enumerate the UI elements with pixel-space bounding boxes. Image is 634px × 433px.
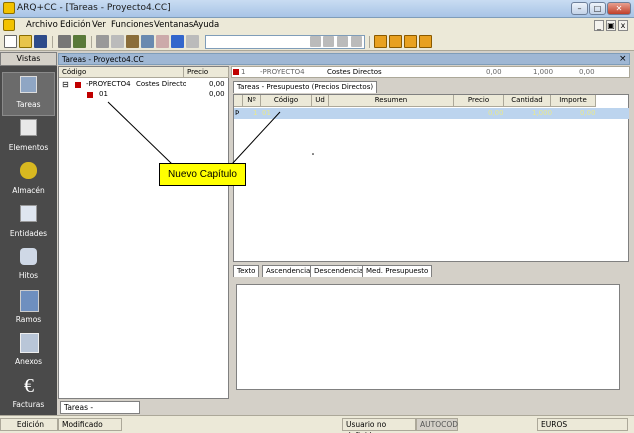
callout-label: Nuevo Capítulo	[159, 163, 246, 186]
callout-line-grid	[231, 111, 281, 165]
callout-line-tree	[107, 101, 173, 165]
callout-lines	[107, 101, 314, 165]
cursor-dot	[312, 153, 314, 155]
